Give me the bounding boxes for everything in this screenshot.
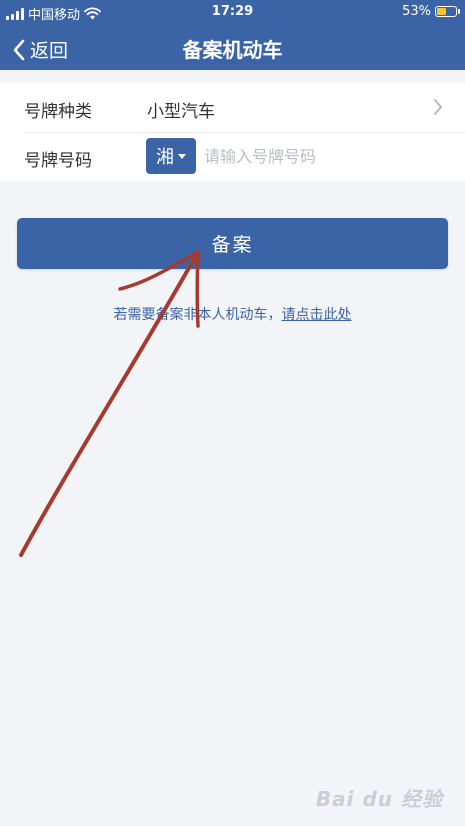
hint-text: 若需要备案非本人机动车，	[113, 307, 282, 323]
province-value: 湘	[156, 147, 174, 168]
status-right: 53%	[402, 4, 460, 19]
top-bar: 中国移动 17:29 53% 返回 备案机动车	[0, 0, 465, 70]
back-button[interactable]: 返回	[12, 36, 68, 63]
plate-number-input[interactable]	[204, 142, 444, 170]
plate-number-label: 号牌号码	[24, 151, 92, 171]
status-bar: 中国移动 17:29 53%	[0, 0, 465, 24]
chevron-left-icon	[13, 39, 25, 60]
page-title: 备案机动车	[182, 38, 283, 62]
chevron-right-icon	[434, 99, 442, 115]
plate-type-value: 小型汽车	[147, 102, 215, 122]
plate-type-label: 号牌种类	[24, 102, 92, 122]
plate-type-row[interactable]: 号牌种类 小型汽车	[0, 83, 465, 133]
baidu-watermark: Bai du 经验	[315, 787, 443, 811]
plate-number-row: 号牌号码 湘	[0, 132, 465, 181]
hint-line: 若需要备案非本人机动车，请点击此处	[0, 304, 465, 324]
battery-icon	[435, 6, 460, 17]
click-here-link[interactable]: 请点击此处	[282, 307, 352, 323]
caret-down-icon	[178, 153, 186, 159]
battery-level	[437, 8, 446, 15]
register-button[interactable]: 备案	[17, 218, 448, 269]
vehicle-form: 号牌种类 小型汽车 号牌号码 湘	[0, 83, 465, 181]
back-label: 返回	[30, 40, 69, 62]
province-select[interactable]: 湘	[146, 138, 196, 174]
battery-percent: 53%	[402, 4, 431, 19]
status-time: 17:29	[211, 4, 254, 19]
